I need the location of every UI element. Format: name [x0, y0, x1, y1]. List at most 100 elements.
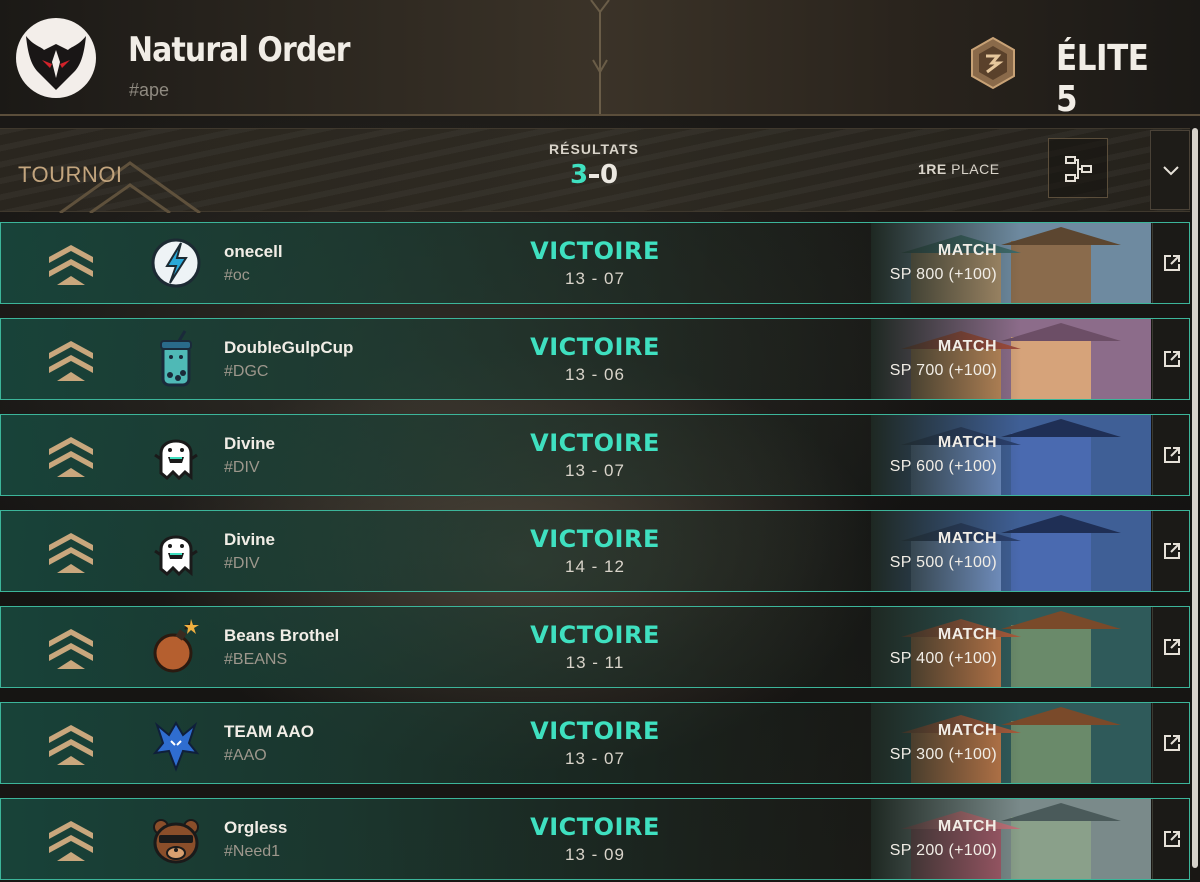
open-match-button[interactable]	[1152, 319, 1189, 399]
placement: 1RE PLACE	[918, 161, 1000, 177]
series-losses: 0	[600, 160, 619, 190]
open-match-button[interactable]	[1152, 415, 1189, 495]
team-logo-icon	[16, 18, 96, 98]
expand-toggle-button[interactable]	[1150, 130, 1190, 210]
match-score: 13 - 06	[565, 365, 625, 384]
opponent-name: Divine	[224, 434, 276, 453]
match-row-3[interactable]: Divine #DIV VICTOIRE 13 - 07 MATCH SP 60…	[0, 414, 1190, 496]
series-wins: 3	[570, 160, 589, 190]
rank-up-chevron-icon	[49, 533, 93, 573]
open-match-button[interactable]	[1152, 799, 1189, 879]
tournament-label: TOURNOI	[18, 162, 123, 187]
match-result: VICTOIRE	[530, 429, 660, 457]
opponent-name: Divine	[224, 530, 276, 549]
opponent-tag: #DIV	[224, 459, 260, 476]
external-link-icon	[1164, 831, 1180, 847]
results-label: RÉSULTATS	[549, 141, 639, 157]
placement-suffix: PLACE	[951, 161, 1000, 177]
match-score: 14 - 12	[565, 557, 625, 576]
boba-cup-logo-icon	[151, 329, 201, 389]
external-link-icon	[1164, 255, 1180, 271]
map-fade	[871, 799, 1021, 879]
dragon-logo-icon	[151, 713, 201, 773]
match-row-6[interactable]: TEAM AAO #AAO VICTOIRE 13 - 07 MATCH SP …	[0, 702, 1190, 784]
match-type-label: MATCH	[937, 242, 997, 259]
header-ornament-icon	[590, 0, 610, 114]
rank-up-chevron-icon	[49, 437, 93, 477]
external-link-icon	[1164, 351, 1180, 367]
lightning-logo-icon	[151, 233, 201, 293]
bear-logo-icon	[151, 809, 201, 869]
opponent-name: onecell	[224, 242, 283, 261]
external-link-icon	[1164, 639, 1180, 655]
match-result: VICTOIRE	[530, 237, 660, 265]
map-fade	[871, 415, 1021, 495]
open-match-button[interactable]	[1152, 511, 1189, 591]
rank-label: ÉLITE 5	[1056, 38, 1149, 116]
opponent-tag: #DGC	[224, 363, 269, 380]
match-score: 13 - 07	[565, 749, 625, 768]
match-type-label: MATCH	[937, 626, 997, 643]
rank-up-chevron-icon	[49, 821, 93, 861]
map-fade	[871, 703, 1021, 783]
external-link-icon	[1164, 447, 1180, 463]
sp-points: SP 400 (+100)	[889, 650, 997, 667]
match-row-7[interactable]: Orgless #Need1 VICTOIRE 13 - 09 MATCH SP…	[0, 798, 1190, 880]
rank-up-chevron-icon	[49, 725, 93, 765]
team-name: Natural Order	[128, 30, 351, 70]
match-score: 13 - 09	[565, 845, 625, 864]
opponent-tag: #BEANS	[224, 651, 288, 668]
match-type-label: MATCH	[937, 722, 997, 739]
map-fade	[871, 223, 1021, 303]
open-match-button[interactable]	[1152, 703, 1189, 783]
opponent-tag: #AAO	[224, 747, 267, 764]
match-type-label: MATCH	[937, 530, 997, 547]
match-result: VICTOIRE	[530, 525, 660, 553]
match-type-label: MATCH	[937, 338, 997, 355]
match-row-4[interactable]: Divine #DIV VICTOIRE 14 - 12 MATCH SP 50…	[0, 510, 1190, 592]
opponent-tag: #DIV	[224, 555, 260, 572]
match-score: 13 - 07	[565, 269, 625, 288]
match-result: VICTOIRE	[530, 813, 660, 841]
ghost-logo-icon	[151, 425, 201, 485]
match-score: 13 - 11	[565, 653, 625, 672]
ghost-logo-icon	[151, 521, 201, 581]
match-result: VICTOIRE	[530, 333, 660, 361]
match-type-label: MATCH	[937, 818, 997, 835]
opponent-name: Orgless	[224, 818, 288, 837]
rank-up-chevron-icon	[49, 341, 93, 381]
sp-points: SP 200 (+100)	[889, 842, 997, 859]
opponent-name: TEAM AAO	[224, 722, 315, 741]
opponent-name: Beans Brothel	[224, 626, 340, 645]
team-tag: #ape	[129, 80, 170, 100]
open-match-button[interactable]	[1152, 607, 1189, 687]
scrollbar[interactable]	[1192, 128, 1198, 868]
opponent-tag: #oc	[224, 267, 250, 284]
open-match-button[interactable]	[1152, 223, 1189, 303]
score-separator	[589, 174, 599, 178]
rank-up-chevron-icon	[49, 629, 93, 669]
external-link-icon	[1164, 735, 1180, 751]
chevron-down-icon	[1163, 166, 1179, 176]
opponent-name: DoubleGulpCup	[224, 338, 354, 357]
sp-points: SP 600 (+100)	[889, 458, 997, 475]
match-row-1[interactable]: onecell #oc VICTOIRE 13 - 07 MATCH SP 80…	[0, 222, 1190, 304]
match-row-5[interactable]: Beans Brothel #BEANS VICTOIRE 13 - 11 MA…	[0, 606, 1190, 688]
map-fade	[871, 319, 1021, 399]
external-link-icon	[1164, 543, 1180, 559]
sp-points: SP 700 (+100)	[889, 362, 997, 379]
match-type-label: MATCH	[937, 434, 997, 451]
match-row-2[interactable]: DoubleGulpCup #DGC VICTOIRE 13 - 06 MATC…	[0, 318, 1190, 400]
bracket-button[interactable]	[1048, 138, 1108, 198]
sp-points: SP 300 (+100)	[889, 746, 997, 763]
sp-points: SP 800 (+100)	[889, 266, 997, 283]
bracket-icon	[1065, 156, 1092, 182]
sp-points: SP 500 (+100)	[889, 554, 997, 571]
map-fade	[871, 511, 1021, 591]
opponent-tag: #Need1	[224, 843, 281, 860]
series-score: 3 0	[566, 160, 622, 190]
map-fade	[871, 607, 1021, 687]
match-score: 13 - 07	[565, 461, 625, 480]
rank-up-chevron-icon	[49, 245, 93, 285]
elite-rank-icon	[971, 36, 1015, 90]
